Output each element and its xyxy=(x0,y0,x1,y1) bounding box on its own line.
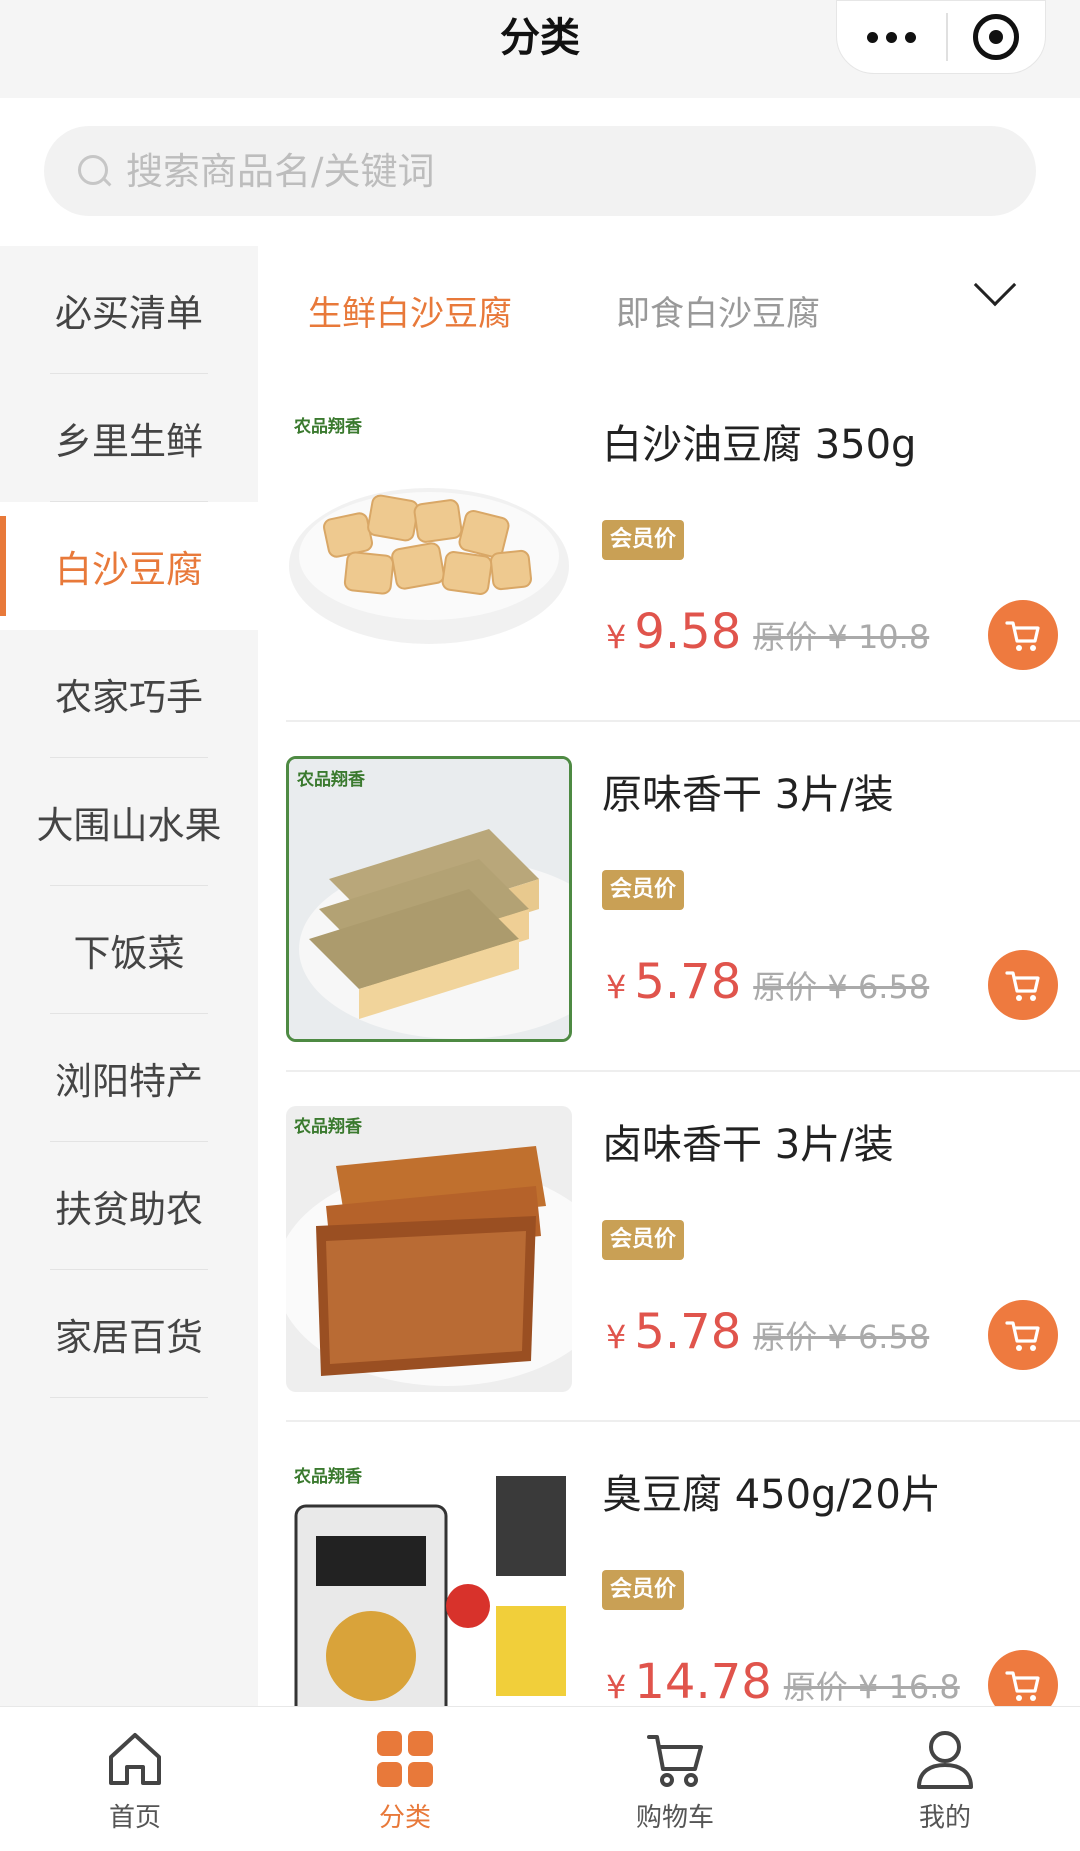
member-price-badge: 会员价 xyxy=(602,520,685,560)
bottom-tab-bar: 首页 分类 购物车 我的 xyxy=(0,1706,1080,1851)
tab-home[interactable]: 首页 xyxy=(0,1707,270,1851)
add-to-cart-button[interactable] xyxy=(988,1300,1058,1370)
subcategory-tabs: 生鲜白沙豆腐 即食白沙豆腐 xyxy=(258,246,1080,372)
original-price: 原价 ¥ 10.8 xyxy=(753,618,930,656)
search-bar-area xyxy=(0,98,1080,246)
add-to-cart-button[interactable] xyxy=(988,950,1058,1020)
sidebar-item-label: 家居百货 xyxy=(55,1316,203,1359)
brand-logo: 农品翔香 xyxy=(294,1117,362,1137)
product-price: 9.58 xyxy=(634,604,742,660)
product-card[interactable]: 农品翔香 白沙油豆腐 350g 会员价 ¥ 9.58 原价 ¥ 10.8 xyxy=(286,372,1080,722)
sidebar-item-poverty-aid[interactable]: 扶贫助农 xyxy=(0,1142,258,1270)
member-price-badge: 会员价 xyxy=(602,1220,685,1260)
price-row: ¥ 14.78 原价 ¥ 16.8 xyxy=(606,1654,960,1706)
cart-icon xyxy=(1005,1671,1040,1701)
cart-icon xyxy=(647,1735,703,1787)
product-image: 农品翔香 xyxy=(286,406,572,692)
user-icon xyxy=(917,1731,973,1789)
sidebar-item-household[interactable]: 家居百货 xyxy=(0,1270,258,1398)
product-name: 卤味香干 3片/装 xyxy=(602,1122,894,1168)
sidebar-item-label: 扶贫助农 xyxy=(55,1188,203,1231)
currency-symbol: ¥ xyxy=(606,968,627,1006)
sidebar-item-label: 必买清单 xyxy=(55,292,203,335)
search-icon xyxy=(74,151,114,191)
product-card[interactable]: 农品翔香 臭豆腐 450g/20片 会员价 ¥ 14.78 原价 ¥ 16.8 xyxy=(286,1422,1080,1706)
price-row: ¥ 9.58 原价 ¥ 10.8 xyxy=(606,604,929,660)
sidebar-item-handmade[interactable]: 农家巧手 xyxy=(0,630,258,758)
sidebar-item-fruit[interactable]: 大围山水果 xyxy=(0,758,258,886)
more-icon[interactable] xyxy=(837,1,946,73)
product-name: 原味香干 3片/装 xyxy=(602,772,894,818)
product-card[interactable]: 农品翔香 原味香干 3片/装 会员价 ¥ 5.78 原价 ¥ 6.58 xyxy=(286,722,1080,1072)
tab-label: 分类 xyxy=(378,1803,431,1833)
product-image: 农品翔香 xyxy=(286,756,572,1042)
sidebar-item-label: 下饭菜 xyxy=(73,932,185,975)
tab-fresh-tofu[interactable]: 生鲜白沙豆腐 xyxy=(308,286,512,335)
product-name: 臭豆腐 450g/20片 xyxy=(602,1472,941,1518)
sidebar-item-label: 大围山水果 xyxy=(36,804,222,847)
home-icon xyxy=(109,1733,161,1785)
sidebar-item-specialty[interactable]: 浏阳特产 xyxy=(0,1014,258,1142)
product-price: 5.78 xyxy=(634,1304,742,1360)
search-box[interactable] xyxy=(44,126,1036,216)
add-to-cart-button[interactable] xyxy=(988,600,1058,670)
close-icon[interactable] xyxy=(948,1,1045,73)
currency-symbol: ¥ xyxy=(606,1318,627,1356)
category-sidebar: 必买清单 乡里生鲜 白沙豆腐 农家巧手 大围山水果 下饭菜 浏阳特产 扶贫助农 … xyxy=(0,246,258,1706)
price-row: ¥ 5.78 原价 ¥ 6.58 xyxy=(606,954,929,1010)
mini-program-capsule xyxy=(836,0,1046,74)
sidebar-item-label: 农家巧手 xyxy=(55,676,203,719)
original-price: 原价 ¥ 16.8 xyxy=(783,1668,960,1706)
original-price: 原价 ¥ 6.58 xyxy=(753,968,930,1006)
member-price-badge: 会员价 xyxy=(602,870,685,910)
product-name: 白沙油豆腐 350g xyxy=(602,422,917,468)
product-price: 14.78 xyxy=(634,1654,772,1706)
brand-logo: 农品翔香 xyxy=(297,770,365,790)
cart-icon xyxy=(1005,1321,1040,1351)
cart-icon xyxy=(1005,621,1040,651)
product-card[interactable]: 农品翔香 卤味香干 3片/装 会员价 ¥ 5.78 原价 ¥ 6.58 xyxy=(286,1072,1080,1422)
sidebar-item-tofu[interactable]: 白沙豆腐 xyxy=(0,502,258,630)
price-row: ¥ 5.78 原价 ¥ 6.58 xyxy=(606,1304,929,1360)
sidebar-item-label: 白沙豆腐 xyxy=(55,548,203,591)
tab-label: 首页 xyxy=(108,1803,161,1833)
search-input[interactable] xyxy=(126,149,926,193)
brand-logo: 农品翔香 xyxy=(294,1467,362,1487)
tab-label: 购物车 xyxy=(635,1803,714,1833)
sidebar-item-label: 浏阳特产 xyxy=(55,1060,203,1103)
add-to-cart-button[interactable] xyxy=(988,1650,1058,1706)
product-image: 农品翔香 xyxy=(286,1456,572,1706)
category-grid-icon xyxy=(377,1731,433,1787)
sidebar-item-label: 乡里生鲜 xyxy=(55,420,203,463)
sidebar-item-side-dishes[interactable]: 下饭菜 xyxy=(0,886,258,1014)
product-price: 5.78 xyxy=(634,954,742,1010)
tab-category[interactable]: 分类 xyxy=(270,1707,540,1851)
member-price-badge: 会员价 xyxy=(602,1570,685,1610)
product-image: 农品翔香 xyxy=(286,1106,572,1392)
tab-cart[interactable]: 购物车 xyxy=(540,1707,810,1851)
tab-label: 我的 xyxy=(918,1803,971,1833)
currency-symbol: ¥ xyxy=(606,618,627,656)
tab-mine[interactable]: 我的 xyxy=(810,1707,1080,1851)
currency-symbol: ¥ xyxy=(606,1668,627,1706)
sidebar-item-fresh[interactable]: 乡里生鲜 xyxy=(0,374,258,502)
original-price: 原价 ¥ 6.58 xyxy=(753,1318,930,1356)
cart-icon xyxy=(1005,971,1040,1001)
nav-header: 分类 xyxy=(0,0,1080,98)
sidebar-item-must-buy[interactable]: 必买清单 xyxy=(0,246,258,374)
brand-logo: 农品翔香 xyxy=(294,417,362,437)
tab-instant-tofu[interactable]: 即食白沙豆腐 xyxy=(616,286,820,335)
